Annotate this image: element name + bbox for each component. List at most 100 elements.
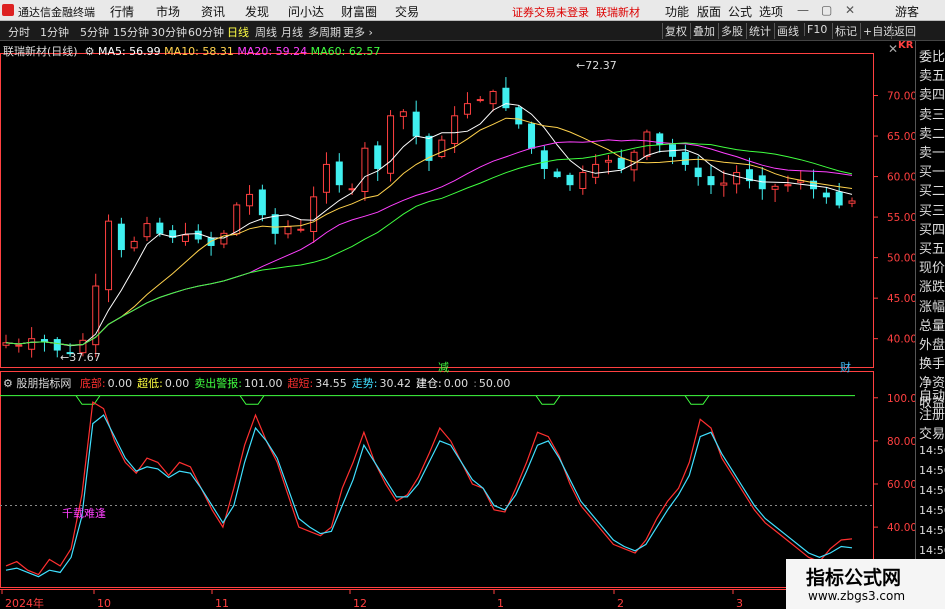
indicator-subplot <box>0 395 873 578</box>
statistics-button[interactable]: 统计 <box>746 23 773 39</box>
order-panel-item: 涨幅 <box>919 299 945 315</box>
candle-down <box>271 214 279 234</box>
date-axis: 2024年 10 11 12 1 2 3 <box>1 589 743 609</box>
candlesticks <box>2 77 856 358</box>
menu-news[interactable]: 资讯 <box>201 3 225 20</box>
short-term-line <box>5 401 853 576</box>
menu-xiaoda[interactable]: 问小达 <box>288 3 324 20</box>
candle-down <box>374 145 382 169</box>
period-tab-fenshi[interactable]: 分时 <box>8 24 30 40</box>
trend-line <box>5 414 853 578</box>
kline-chart[interactable]: 40.0045.0050.0055.0060.0065.0070.0020.00… <box>0 41 915 609</box>
f10-button[interactable]: F10 <box>804 23 829 36</box>
candle-up <box>399 111 407 117</box>
candle-down <box>822 192 830 198</box>
date-tick-label: 12 <box>353 597 367 609</box>
menu-discover[interactable]: 发现 <box>245 3 269 20</box>
candle-up <box>297 228 305 231</box>
candle-up <box>181 234 189 242</box>
price-tick-label: 50.00 <box>887 253 915 265</box>
order-panel-item[interactable]: 自动 <box>919 385 945 404</box>
period-tab-more[interactable]: 更多 › <box>343 24 373 40</box>
candle-down <box>528 123 536 149</box>
order-panel-item: 14:56 <box>919 464 945 477</box>
chart-area[interactable]: 40.0045.0050.0055.0060.0065.0070.0020.00… <box>0 40 915 609</box>
candle-down <box>335 161 343 186</box>
order-panel-item[interactable]: 注册 <box>919 404 945 423</box>
settings-icon[interactable]: ⚙ <box>3 377 13 390</box>
candle-up <box>310 196 318 232</box>
candle-up <box>28 338 36 350</box>
candle-down <box>553 171 561 178</box>
price-tick-label: 45.00 <box>887 293 915 305</box>
order-panel: 委比 卖五 卖四 卖三 卖二 卖一 买一 买二 买三 买四 买五 现价 涨跌 涨幅 总量 外盘 换手 净资 收益 自动… <box>915 41 945 609</box>
period-tab-15min[interactable]: 15分钟 <box>113 24 149 40</box>
period-tab-monthly[interactable]: 月线 <box>281 24 303 40</box>
draw-line-button[interactable]: 画线 <box>774 23 801 39</box>
period-tab-30min[interactable]: 30分钟 <box>151 24 187 40</box>
event-marker-finance[interactable]: 财 <box>840 359 851 375</box>
chart-close-icon[interactable]: ✕ <box>888 42 898 56</box>
overlay-button[interactable]: 叠加 <box>690 23 717 39</box>
period-tab-1min[interactable]: 1分钟 <box>40 24 69 40</box>
candle-up <box>771 185 779 190</box>
candle-up <box>220 232 228 245</box>
menu-wealth[interactable]: 财富圈 <box>341 3 377 20</box>
candle-down <box>156 222 164 234</box>
indicator-legend-item: 走势: 30.42 <box>351 377 411 390</box>
menu-market[interactable]: 市场 <box>156 3 180 20</box>
sell-alarm-wedge <box>75 395 101 405</box>
user-guest[interactable]: 游客 <box>895 3 919 20</box>
period-tab-60min[interactable]: 60分钟 <box>188 24 224 40</box>
multi-stock-button[interactable]: 多股 <box>718 23 745 39</box>
candle-up <box>733 172 741 185</box>
period-tab-multi[interactable]: 多周期 <box>308 24 341 40</box>
order-panel-item: 涨跌 <box>919 280 945 296</box>
order-panel-item: 总量 <box>919 318 945 334</box>
period-toolbar: 分时 1分钟 5分钟 15分钟 30分钟 60分钟 日线 周线 月线 多周期 更… <box>0 21 945 41</box>
signal-label: 千载难逢 <box>62 507 106 520</box>
candle-up <box>848 200 856 204</box>
event-marker-reduce[interactable]: 减 <box>438 359 449 375</box>
order-panel-item: 14:56 <box>919 544 945 557</box>
menu-formula[interactable]: 公式 <box>728 3 752 20</box>
candle-up <box>322 163 330 193</box>
menu-options[interactable]: 选项 <box>759 3 783 20</box>
period-tab-weekly[interactable]: 周线 <box>255 24 277 40</box>
sub-panel-border <box>0 371 874 588</box>
price-tick-label: 60.00 <box>887 172 915 184</box>
period-tab-daily[interactable]: 日线 <box>227 24 249 40</box>
order-panel-item: 买四 <box>919 222 945 238</box>
indicator-legend: ⚙ 股朋指标网 底部: 0.00 超低: 0.00 卖出警报: 101.00 超短: 34.5… <box>3 375 510 391</box>
candle-up <box>246 193 254 207</box>
candle-down <box>694 167 702 178</box>
order-panel-item: 卖四 <box>919 88 945 104</box>
order-panel-item[interactable]: 交易 <box>919 423 945 442</box>
watermark-logo: 指标公式网 www.zbgs3.com <box>786 559 945 609</box>
app-title: 通达信金融终端 <box>18 6 95 19</box>
menu-trade[interactable]: 交易 <box>395 3 419 20</box>
back-button[interactable]: 返回 <box>891 23 918 39</box>
settings-icon[interactable]: ⚙ <box>81 45 95 58</box>
login-notice[interactable]: 证券交易未登录 联瑞新材 <box>512 4 640 20</box>
menu-layout[interactable]: 版面 <box>697 3 721 20</box>
candle-up <box>643 131 651 157</box>
kr-tag: KR <box>898 40 914 51</box>
indicator-legend-item: 底部: 0.00 <box>79 377 133 390</box>
date-tick-label: 2 <box>617 597 624 609</box>
period-tab-5min[interactable]: 5分钟 <box>80 24 109 40</box>
restore-icon[interactable]: ▢ <box>821 3 832 17</box>
restore-rights-button[interactable]: 复权 <box>662 23 689 39</box>
order-panel-item: 卖五 <box>919 69 945 85</box>
order-panel-item: 买二 <box>919 184 945 200</box>
minimize-icon[interactable]: — <box>797 3 809 17</box>
mark-button[interactable]: 标记 <box>832 23 859 39</box>
menu-function[interactable]: 功能 <box>665 3 689 20</box>
order-panel-item: 14:56 <box>919 504 945 517</box>
indicator-tick-label: 40.00 <box>887 522 915 534</box>
candle-up <box>361 147 369 193</box>
close-icon[interactable]: ✕ <box>845 3 855 17</box>
sell-alarm-wedge <box>535 395 561 405</box>
order-panel-item: 14:56 <box>919 524 945 537</box>
menu-quotes[interactable]: 行情 <box>110 3 134 20</box>
